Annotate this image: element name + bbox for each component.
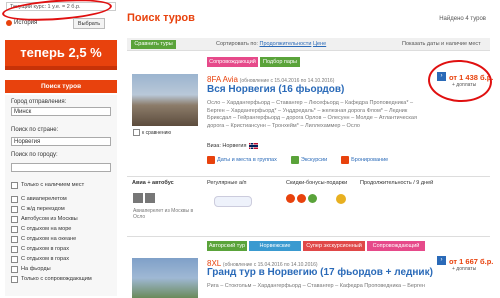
discount-icons (286, 194, 317, 203)
flight-note: Авиаперелет из Москвы в Осло (133, 208, 194, 220)
dates-link[interactable]: Даты и места в группах (217, 157, 277, 163)
tour-image[interactable] (132, 74, 198, 126)
transport-label: Авиа + автобус (132, 180, 174, 186)
results-count: Найдено 4 туров (439, 16, 486, 22)
city-label: Город отправления: (11, 99, 67, 105)
tour1-header: 8FA Avia (обновление с 15.04.2016 по 14.… (207, 75, 334, 84)
filter-item[interactable]: Автобусом из Москвы (11, 214, 115, 224)
divider (127, 236, 490, 237)
visa-info: Виза: Норвегия (207, 143, 259, 149)
badge-fjords: Норвежские фьорды (249, 241, 301, 259)
tour-name[interactable]: Вся Норвегия (16 фьордов) (207, 84, 344, 95)
filter-item[interactable]: С отдыхом на море (11, 224, 115, 234)
sort-label: Сортировать по: (216, 41, 258, 47)
sort-price-link[interactable]: Цене (313, 41, 326, 47)
filter-item[interactable]: Только с сопровождающим (11, 274, 115, 284)
tour-name[interactable]: Гранд тур в Норвегию (17 фьордов + ледни… (207, 267, 433, 278)
guarantee-icon (336, 194, 346, 204)
tour-price[interactable]: от 1 667 б.р. (449, 257, 493, 266)
country-select[interactable]: Норвегия (11, 137, 111, 146)
tour-route: Осло – Хардангерфьорд – Ставангер – Люсе… (207, 100, 417, 129)
discount-icon (286, 194, 295, 203)
badge-pairing: Подбор пары (260, 57, 300, 67)
hotel-label: Поиск по городу: (11, 152, 58, 158)
regular-flights-label: Регулярные а/п (207, 180, 247, 186)
history-link[interactable]: История (14, 20, 37, 26)
badge-escort: Сопровождающий ТТВ (207, 57, 258, 75)
filter-item[interactable]: Только с наличием мест (11, 180, 115, 190)
select-button[interactable]: Выбрать (73, 18, 105, 29)
divider (127, 176, 490, 177)
filter-item[interactable]: С авиаперелетом (11, 194, 115, 204)
norway-flag-icon (249, 143, 259, 149)
calendar-icon (207, 156, 215, 164)
tour-route: Рига – Стокгольм – Хардангерфьорд – Став… (207, 283, 425, 289)
badge-author: Авторский тур (207, 241, 247, 251)
compare-check[interactable]: к сравнению (133, 129, 171, 136)
tour-operator: 8FA Avia (207, 75, 238, 84)
sort-controls: Сортировать по: Продолжительности Цене (216, 41, 326, 47)
filter-item[interactable]: С отдыхом в горах (11, 244, 115, 254)
booking-icon (341, 156, 350, 164)
bonus-icon (297, 194, 306, 203)
badge-excursion: Супер экскурсионный (303, 241, 365, 251)
price-extra: + доплаты (452, 266, 477, 272)
booking-link[interactable]: Бронирование (351, 157, 388, 163)
page-title: Поиск туров (127, 12, 195, 24)
excursion-icon (290, 156, 299, 164)
badge-escort: Сопровождающий ТТВ (367, 241, 425, 259)
price-arrow-icon[interactable]: › (437, 256, 446, 265)
plane-icon (133, 193, 143, 203)
duration-label: Продолжительность / 9 дней (360, 180, 434, 186)
discounts-label: Скидки-бонусы-подарки (286, 180, 348, 186)
show-dates-link[interactable]: Показать даты и наличие мест (402, 41, 481, 47)
gift-icon (308, 194, 317, 203)
history-icon (6, 20, 12, 26)
promo-banner[interactable]: теперь 2,5 % (5, 40, 117, 70)
filter-item[interactable]: С отдыхом в горах (11, 254, 115, 264)
airline-logo-icon (214, 196, 252, 207)
city-input[interactable] (11, 163, 111, 172)
filter-item[interactable]: С ж/д переездом (11, 204, 115, 214)
search-tours-tab[interactable]: Поиск туров (5, 80, 117, 93)
excursions-link[interactable]: Экскурсии (301, 157, 327, 163)
tour1-links: Даты и места в группах Экскурсии Брониро… (207, 156, 388, 164)
sort-duration-link[interactable]: Продолжительности (260, 41, 312, 47)
annotation-circle-price (426, 58, 494, 104)
transport-icons (133, 193, 155, 203)
bus-icon (145, 193, 155, 203)
city-select[interactable]: Минск (11, 107, 111, 116)
filter-item[interactable]: С отдыхом на океане (11, 234, 115, 244)
compare-button[interactable]: Сравнить туры (131, 40, 176, 49)
tour-image[interactable] (132, 258, 198, 298)
country-label: Поиск по стране: (11, 127, 59, 133)
filter-item[interactable]: На фьорды (11, 264, 115, 274)
filter-list: Только с наличием мест С авиаперелетом С… (11, 180, 115, 284)
